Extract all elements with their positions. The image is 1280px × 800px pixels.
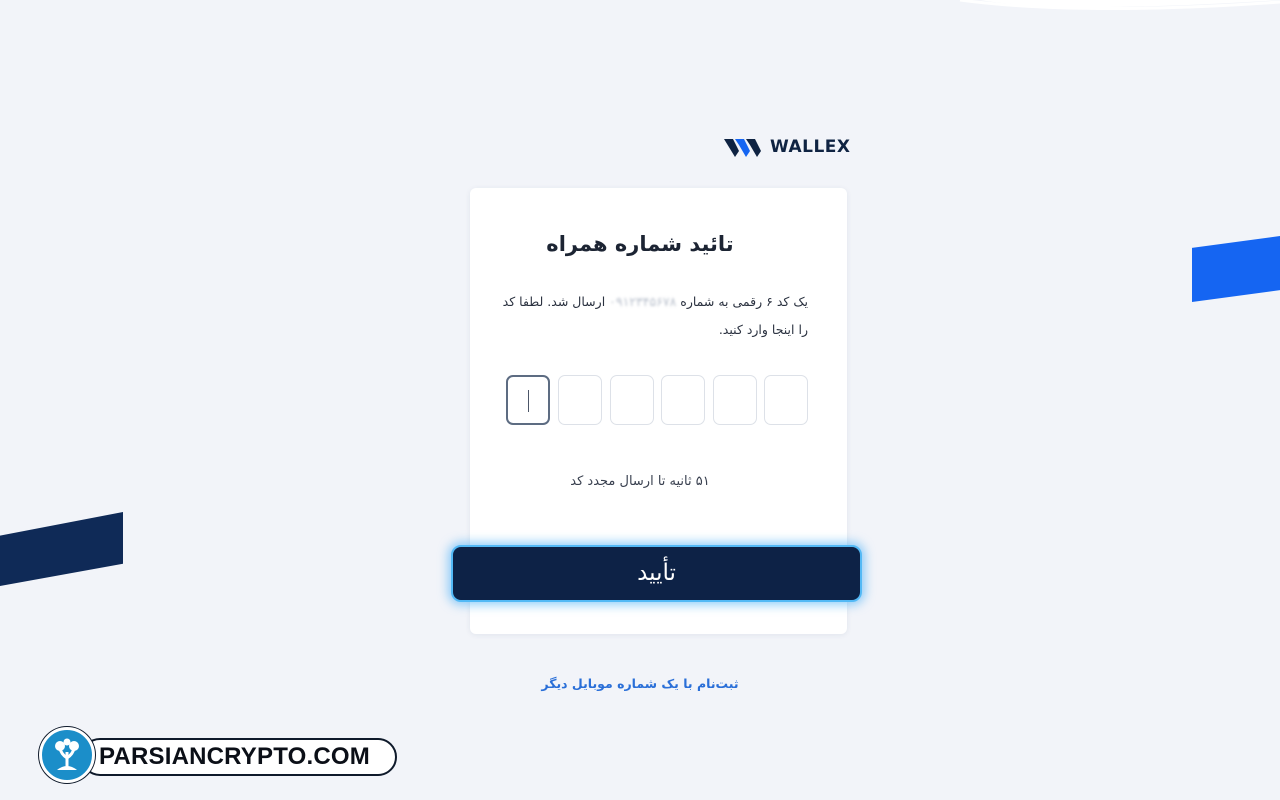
wallex-logo: WALLEX (724, 132, 851, 162)
instructions-text: یک کد ۶ رقمی به شماره ۰۹۱۲۳۴۵۶۷۸ ارسال ش… (500, 288, 808, 344)
otp-digit-4[interactable] (610, 375, 654, 425)
watermark-text: PARSIANCRYPTO.COM (99, 743, 370, 770)
otp-digit-2[interactable] (713, 375, 757, 425)
wallex-logo-mark-icon (724, 139, 761, 157)
confirm-button[interactable]: تأیید (451, 545, 862, 602)
otp-digit-3[interactable] (661, 375, 705, 425)
register-other-number-link[interactable]: ثبت‌نام با یک شماره موبایل دیگر (0, 676, 1280, 691)
watermark: PARSIANCRYPTO.COM (39, 727, 399, 783)
logo-wordmark: WALLEX (770, 137, 851, 157)
otp-digit-6[interactable] (506, 375, 550, 425)
otp-input-group (506, 375, 810, 427)
page-title: تائید شماره همراه (546, 232, 734, 256)
watermark-badge (39, 727, 95, 783)
text-caret (528, 390, 529, 412)
otp-digit-1[interactable] (764, 375, 808, 425)
resend-countdown: ۵۱ ثانیه تا ارسال مجدد کد (570, 474, 710, 489)
masked-phone-number: ۰۹۱۲۳۴۵۶۷۸ (609, 294, 677, 309)
instructions-text-part-1: یک کد ۶ رقمی به شماره (680, 294, 808, 309)
tree-icon (55, 738, 79, 770)
otp-digit-5[interactable] (558, 375, 602, 425)
